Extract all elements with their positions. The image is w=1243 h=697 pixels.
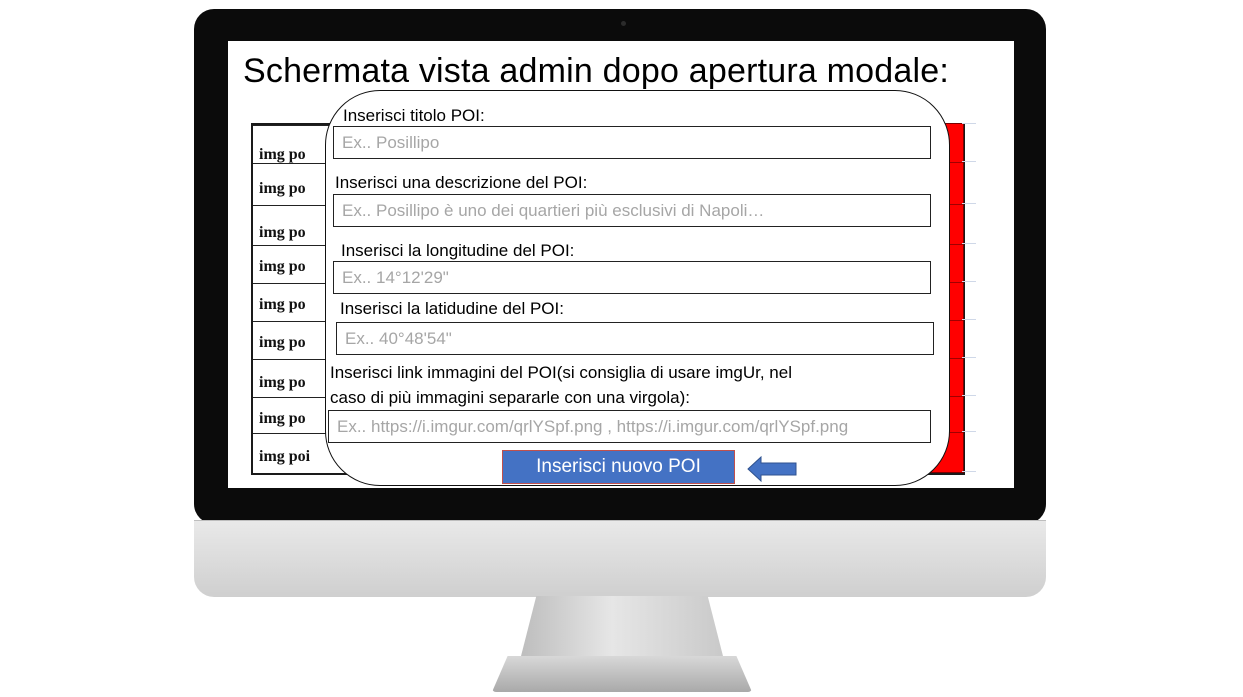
table-cell: img poi (259, 448, 311, 465)
left-arrow-icon (747, 456, 797, 482)
longitude-input[interactable] (333, 261, 931, 294)
images-input[interactable] (328, 410, 931, 443)
monitor-chin (194, 520, 1046, 597)
images-label-line2: caso di più immagini separarle con una v… (330, 388, 691, 407)
table-cell: img po (259, 410, 306, 427)
table-cell: img po (259, 334, 306, 351)
camera-dot (621, 21, 626, 26)
description-input[interactable] (333, 194, 931, 227)
insert-poi-button[interactable]: Inserisci nuovo POI (502, 450, 735, 484)
longitude-label: Inserisci la longitudine del POI: (341, 241, 575, 260)
latitude-input[interactable] (336, 322, 934, 355)
table-cell: img po (259, 180, 306, 197)
latitude-label: Inserisci la latidudine del POI: (340, 299, 564, 318)
table-grid-lines (962, 123, 976, 472)
images-label-line1: Inserisci link immagini del POI(si consi… (330, 363, 792, 382)
table-cell: img po (259, 374, 306, 391)
table-cell: img po (259, 146, 306, 163)
slide-title: Schermata vista admin dopo apertura moda… (243, 52, 949, 90)
table-cell: img po (259, 258, 306, 275)
title-input[interactable] (333, 126, 931, 159)
description-label: Inserisci una descrizione del POI: (335, 173, 588, 192)
monitor-stand-neck (520, 596, 724, 660)
title-label: Inserisci titolo POI: (343, 106, 485, 125)
monitor-stand-foot (492, 656, 752, 692)
table-cell: img po (259, 296, 306, 313)
table-cell: img po (259, 224, 306, 241)
